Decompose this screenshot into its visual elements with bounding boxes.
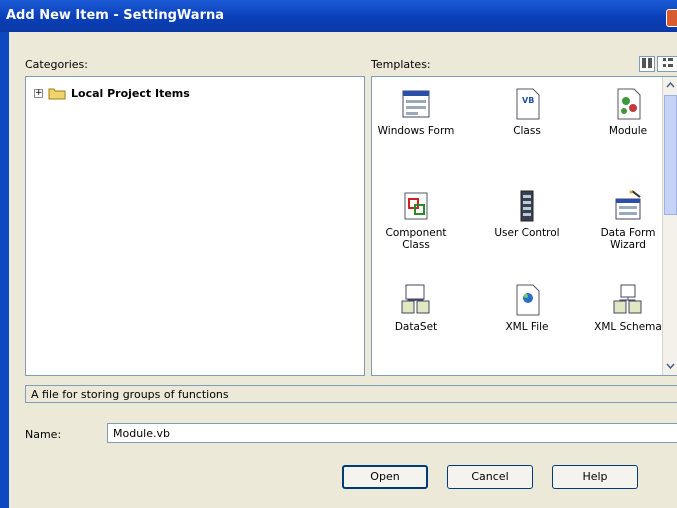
- scroll-up-icon[interactable]: [666, 81, 675, 88]
- close-button[interactable]: [666, 9, 677, 27]
- dataset-icon: [401, 284, 430, 314]
- template-windows-form[interactable]: Windows Form: [372, 87, 460, 137]
- template-xml-schema[interactable]: XML Schema: [584, 283, 672, 333]
- template-user-control[interactable]: User Control: [483, 189, 571, 239]
- component-class-icon: [404, 192, 428, 220]
- help-button[interactable]: Help: [552, 465, 638, 489]
- list-icon: [662, 58, 673, 67]
- tree-item-local-project-items[interactable]: + Local Project Items: [34, 85, 190, 101]
- template-component-class[interactable]: Component Class: [372, 189, 460, 251]
- scrollbar-thumb[interactable]: [664, 95, 677, 215]
- categories-label: Categories:: [25, 58, 88, 71]
- large-icons-icon: [642, 58, 652, 68]
- template-label: XML File: [505, 321, 549, 333]
- template-class[interactable]: VB Class: [483, 87, 571, 137]
- xml-file-icon: [516, 284, 540, 316]
- template-label: Component Class: [385, 227, 447, 251]
- name-input[interactable]: [107, 423, 677, 443]
- templates-label: Templates:: [371, 58, 431, 71]
- scroll-down-icon[interactable]: [666, 363, 675, 370]
- template-label: Class: [513, 125, 541, 137]
- template-description: A file for storing groups of functions: [25, 385, 677, 403]
- templates-scrollbar[interactable]: [662, 77, 677, 375]
- template-label: User Control: [494, 227, 560, 239]
- large-icons-view-button[interactable]: [639, 56, 655, 72]
- template-label: Module: [608, 125, 648, 137]
- vb-class-icon: VB: [516, 88, 540, 120]
- template-label: Windows Form: [377, 125, 455, 137]
- templates-list[interactable]: Windows Form VB Class Module Component C…: [371, 76, 677, 376]
- list-view-button[interactable]: [657, 56, 677, 72]
- window-title: Add New Item - SettingWarna: [6, 8, 225, 23]
- windows-form-icon: [402, 90, 430, 118]
- template-dataset[interactable]: DataSet: [372, 283, 460, 333]
- open-button[interactable]: Open: [342, 465, 428, 489]
- xml-schema-icon: [613, 284, 642, 314]
- module-icon: [617, 88, 641, 120]
- folder-icon: [48, 88, 66, 99]
- template-label: DataSet: [394, 321, 438, 333]
- template-label: Data Form Wizard: [600, 227, 656, 251]
- categories-tree[interactable]: + Local Project Items: [25, 76, 365, 376]
- expand-icon[interactable]: +: [34, 88, 43, 98]
- cancel-button[interactable]: Cancel: [447, 465, 533, 489]
- window-frame-edge: [0, 32, 9, 508]
- template-data-form-wizard[interactable]: Data Form Wizard: [584, 189, 672, 251]
- template-module[interactable]: Module: [584, 87, 672, 137]
- user-control-icon: [520, 190, 534, 222]
- name-label: Name:: [25, 428, 62, 441]
- data-form-wizard-icon: [615, 190, 641, 220]
- title-bar[interactable]: Add New Item - SettingWarna: [0, 0, 677, 32]
- tree-item-label: Local Project Items: [71, 86, 190, 100]
- template-xml-file[interactable]: XML File: [483, 283, 571, 333]
- svg-text:VB: VB: [522, 96, 534, 105]
- template-label: XML Schema: [594, 321, 662, 333]
